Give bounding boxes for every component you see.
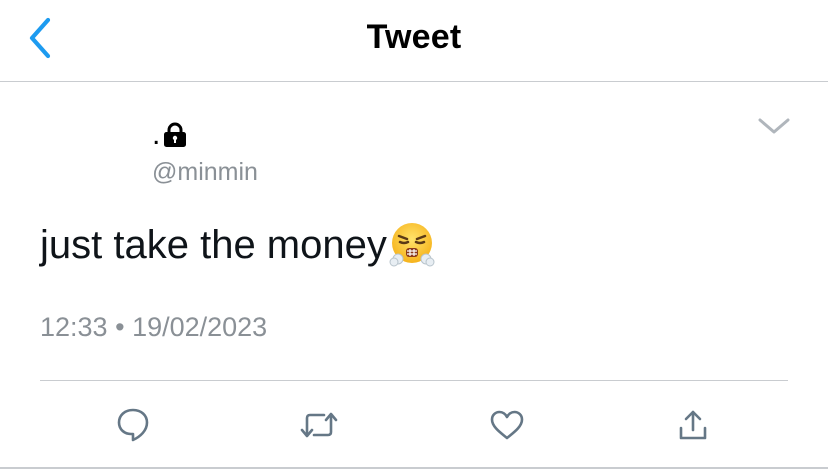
share-button[interactable]	[670, 402, 716, 448]
user-handle[interactable]: @minmin	[152, 158, 258, 187]
like-button[interactable]	[484, 402, 530, 448]
author-name[interactable]: .	[152, 114, 187, 150]
heart-icon	[490, 410, 524, 440]
chevron-down-icon	[758, 118, 790, 134]
retweet-icon	[300, 412, 338, 438]
lock-icon	[164, 122, 187, 147]
reply-button[interactable]	[110, 402, 156, 448]
share-icon	[679, 410, 707, 440]
tweet-options-button[interactable]	[752, 108, 796, 144]
meta-separator: •	[115, 312, 125, 342]
tweet-date: 19/02/2023	[132, 312, 268, 342]
tweet-body: just take the money	[40, 222, 387, 267]
tweet-timestamp: 12:33 • 19/02/2023	[40, 312, 267, 343]
tweet-time: 12:33	[40, 312, 108, 342]
face-with-steam-from-nose-icon	[389, 223, 435, 267]
divider	[40, 380, 788, 381]
tweet-text: just take the money	[40, 222, 435, 268]
display-name: .	[152, 118, 161, 151]
reply-icon	[117, 408, 149, 442]
tweet-actions-bar	[0, 400, 828, 450]
retweet-button[interactable]	[296, 402, 342, 448]
navigation-bar: Tweet	[0, 0, 828, 82]
page-title: Tweet	[366, 18, 462, 56]
